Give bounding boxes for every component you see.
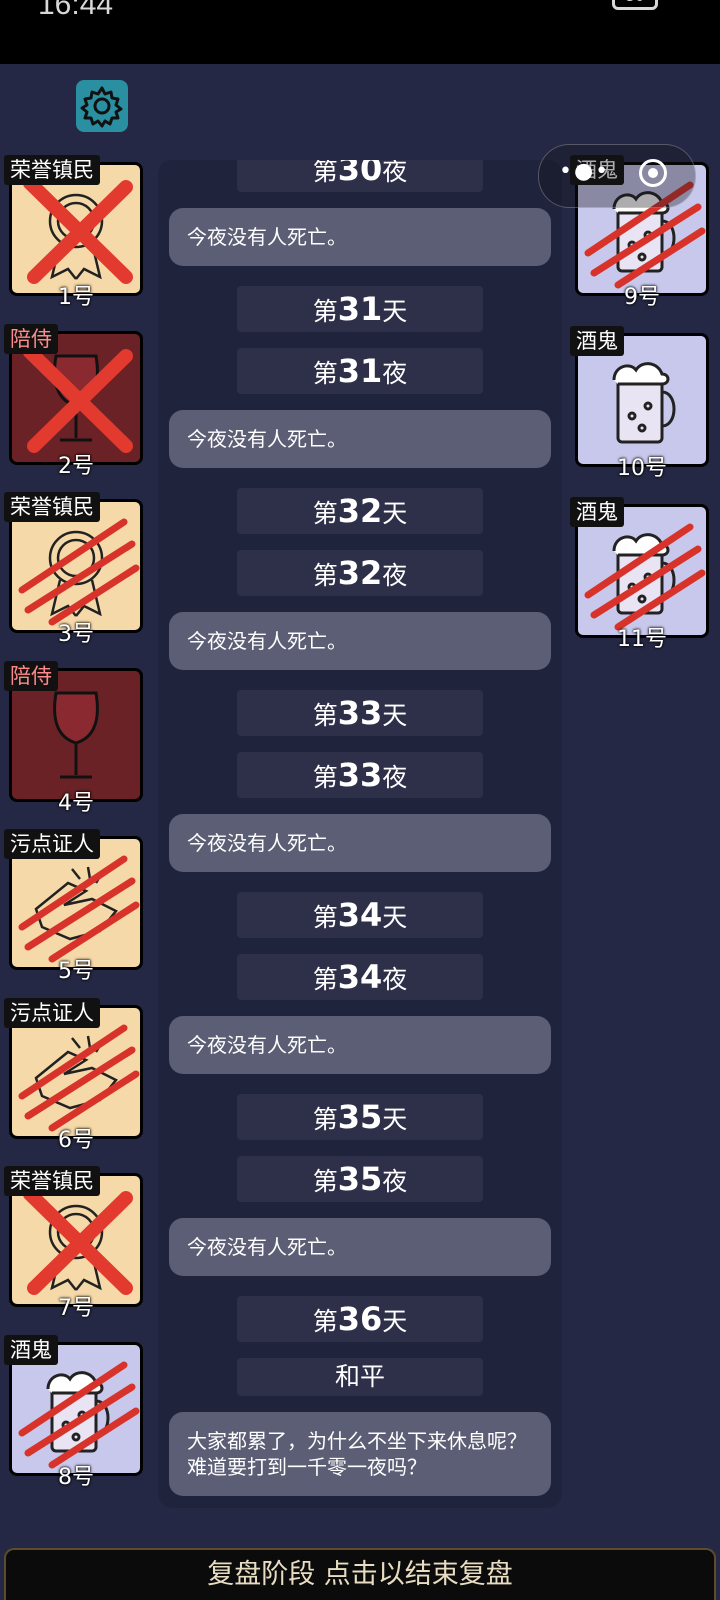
label-number: 31 xyxy=(337,352,383,390)
role-tag: 污点证人 xyxy=(4,997,100,1028)
label-number: 35 xyxy=(337,1160,383,1198)
day-night-label: 第35夜 xyxy=(237,1156,483,1202)
label-prefix: 第 xyxy=(312,903,338,932)
player-seat[interactable]: 荣誉镇民 3号 xyxy=(4,492,143,647)
log-message: 今夜没有人死亡。 xyxy=(169,410,551,468)
label-number: 30 xyxy=(337,160,383,188)
label-number: 32 xyxy=(337,554,383,592)
day-night-label: 第36天 xyxy=(237,1296,483,1342)
player-seat[interactable]: 酒鬼 11号 xyxy=(570,497,709,652)
day-night-label: 第33夜 xyxy=(237,752,483,798)
more-dots-icon[interactable]: •●• xyxy=(559,159,610,184)
label-prefix: 第 xyxy=(312,965,338,994)
label-prefix: 第 xyxy=(312,1105,338,1134)
day-night-label: 第30夜 xyxy=(237,160,483,192)
seat-number: 4号 xyxy=(58,790,94,816)
seat-number: 2号 xyxy=(58,453,94,479)
label-prefix: 第 xyxy=(312,763,338,792)
label-prefix: 第 xyxy=(312,499,338,528)
label-suffix: 夜 xyxy=(382,763,408,792)
day-night-label: 第35天 xyxy=(237,1094,483,1140)
label-suffix: 天 xyxy=(382,701,408,730)
log-message: 今夜没有人死亡。 xyxy=(169,612,551,670)
role-tag: 污点证人 xyxy=(4,829,100,859)
role-tag: 荣誉镇民 xyxy=(4,492,100,522)
label-suffix: 天 xyxy=(382,1105,408,1134)
seat-number: 11号 xyxy=(617,627,667,652)
log-message: 今夜没有人死亡。 xyxy=(169,1218,551,1276)
label-suffix: 夜 xyxy=(382,359,408,388)
day-night-label: 第32天 xyxy=(237,488,483,534)
label-number: 31 xyxy=(337,290,383,328)
day-night-label: 第31天 xyxy=(237,286,483,332)
label-number: 33 xyxy=(337,694,383,732)
day-night-label: 第32夜 xyxy=(237,550,483,596)
day-night-label: 第31夜 xyxy=(237,348,483,394)
role-tag: 酒鬼 xyxy=(570,497,624,527)
player-seat[interactable]: 荣誉镇民 1号 xyxy=(4,155,143,310)
day-night-label: 第34天 xyxy=(237,892,483,938)
label-prefix: 第 xyxy=(312,297,338,326)
label-suffix: 天 xyxy=(382,1307,408,1336)
log-message: 今夜没有人死亡。 xyxy=(169,208,551,266)
log-message: 今夜没有人死亡。 xyxy=(169,1016,551,1074)
battery-icon: 56 xyxy=(612,0,658,10)
player-seat[interactable]: 污点证人 5号 xyxy=(4,829,143,984)
game-log-panel[interactable]: 第30夜 今夜没有人死亡。 第31天 第31夜 今夜没有人死亡。 第32天 第32夜 今夜没有… xyxy=(158,160,562,1508)
seat-number: 8号 xyxy=(58,1464,94,1490)
day-night-label: 第34夜 xyxy=(237,954,483,1000)
end-review-button[interactable]: 复盘阶段 点击以结束复盘 xyxy=(4,1548,716,1600)
label-prefix: 第 xyxy=(312,561,338,590)
seat-number: 10号 xyxy=(617,456,667,481)
player-seat[interactable]: 污点证人 6号 xyxy=(4,997,143,1153)
role-tag: 酒鬼 xyxy=(570,326,624,356)
label-prefix: 第 xyxy=(312,160,338,186)
label-suffix: 天 xyxy=(382,499,408,528)
role-tag: 陪侍 xyxy=(4,323,58,354)
label-number: 34 xyxy=(337,896,383,934)
role-tag: 荣誉镇民 xyxy=(4,1166,100,1196)
role-tag: 酒鬼 xyxy=(4,1334,58,1365)
seat-number: 3号 xyxy=(58,622,94,647)
label-prefix: 第 xyxy=(312,359,338,388)
label-number: 34 xyxy=(337,958,383,996)
log-message: 大家都累了，为什么不坐下来休息呢？难道要打到一千零一夜吗？ xyxy=(169,1412,551,1496)
label-prefix: 第 xyxy=(312,1167,338,1196)
settings-button[interactable] xyxy=(76,80,128,132)
label-prefix: 第 xyxy=(312,1307,338,1336)
seat-number: 5号 xyxy=(58,959,94,984)
label-suffix: 夜 xyxy=(382,1167,408,1196)
player-seat[interactable]: 酒鬼 10号 xyxy=(570,326,709,481)
status-bar: 16:44 56 xyxy=(0,0,720,64)
target-close-icon[interactable] xyxy=(639,159,667,187)
label-suffix: 夜 xyxy=(382,965,408,994)
label-suffix: 夜 xyxy=(382,160,408,186)
seat-number: 7号 xyxy=(58,1296,94,1321)
miniprogram-capsule[interactable]: •●• xyxy=(538,144,696,208)
label-number: 33 xyxy=(337,756,383,794)
player-seat[interactable]: 陪侍 2号 xyxy=(4,323,143,479)
seat-number: 1号 xyxy=(58,285,94,310)
seat-number: 9号 xyxy=(624,285,660,310)
label-number: 36 xyxy=(337,1300,383,1338)
label-number: 35 xyxy=(337,1098,383,1136)
label-number: 32 xyxy=(337,492,383,530)
gear-icon xyxy=(80,86,123,128)
label-prefix: 第 xyxy=(312,701,338,730)
player-seat[interactable]: 酒鬼 8号 xyxy=(4,1334,143,1490)
player-seat[interactable]: 荣誉镇民 7号 xyxy=(4,1166,143,1321)
day-night-label: 第33天 xyxy=(237,690,483,736)
status-time: 16:44 xyxy=(38,0,114,21)
label-suffix: 天 xyxy=(382,297,408,326)
label-suffix: 天 xyxy=(382,903,408,932)
label-suffix: 夜 xyxy=(382,561,408,590)
role-tag: 陪侍 xyxy=(4,660,58,691)
player-seat[interactable]: 陪侍 4号 xyxy=(4,660,143,816)
role-tag: 荣誉镇民 xyxy=(4,155,100,185)
day-night-label: 和平 xyxy=(237,1358,483,1396)
log-message: 今夜没有人死亡。 xyxy=(169,814,551,872)
seat-number: 6号 xyxy=(58,1127,94,1153)
